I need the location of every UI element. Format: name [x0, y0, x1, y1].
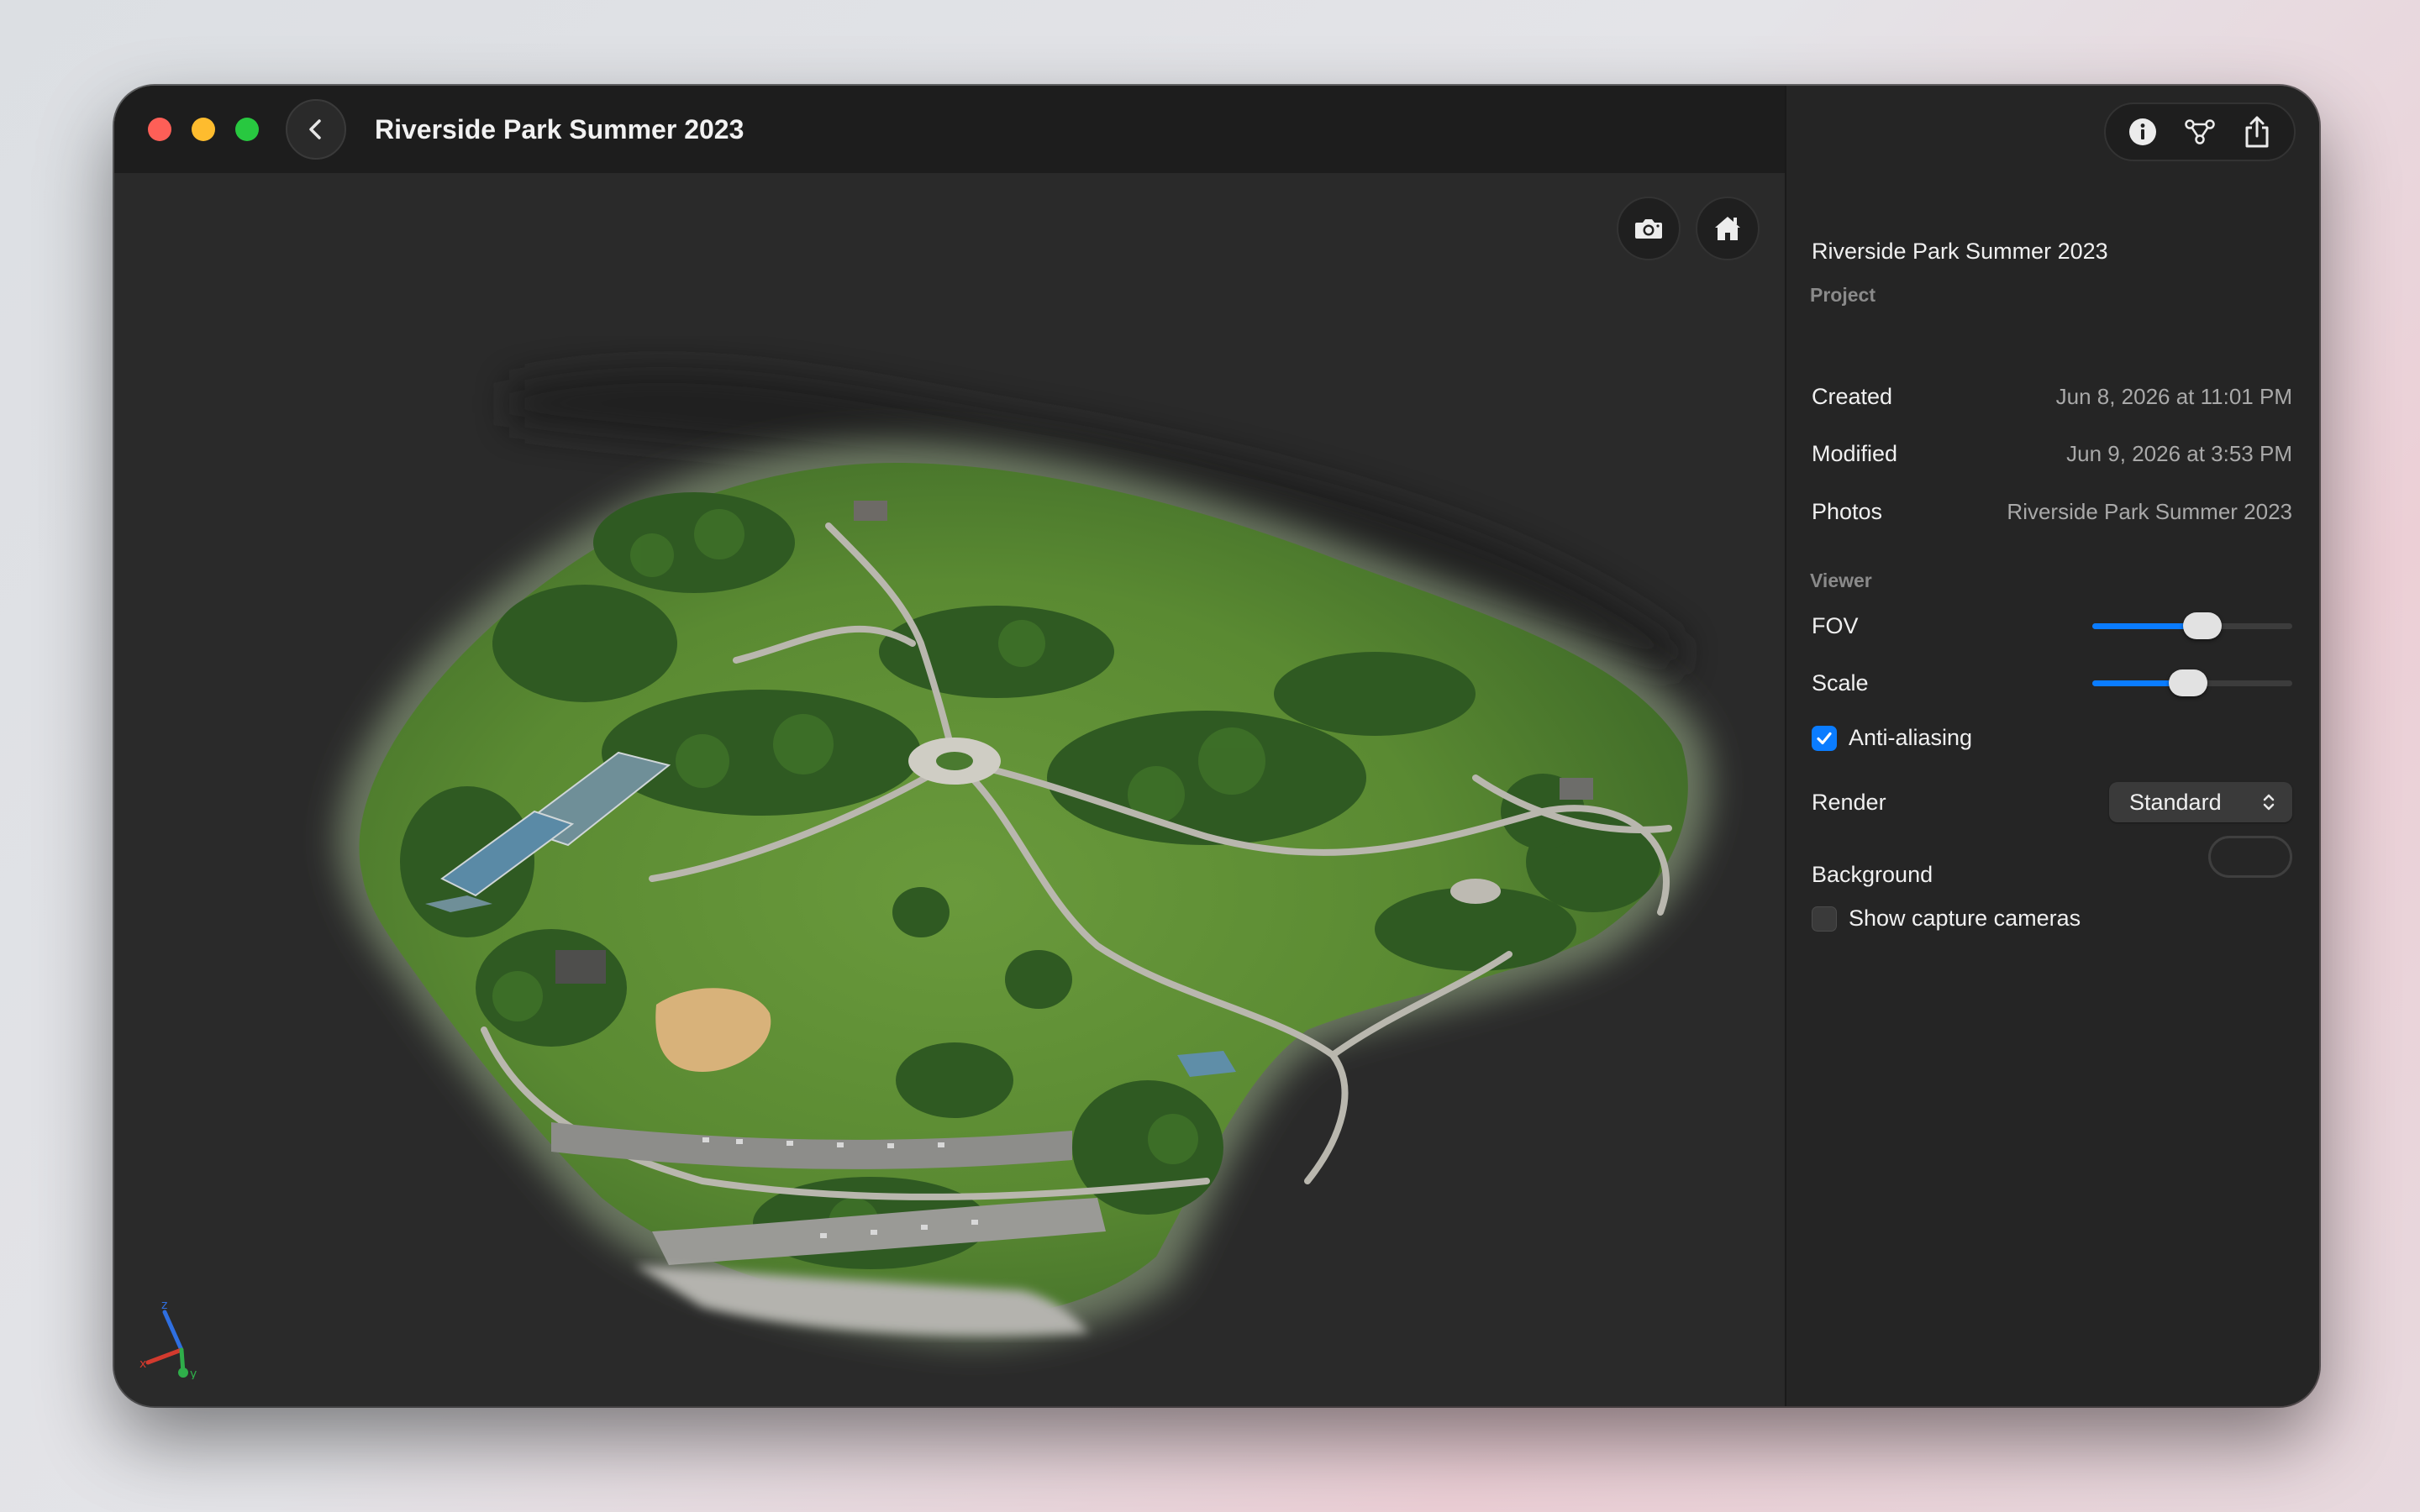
info-button[interactable]: [2119, 108, 2166, 155]
antialiasing-label: Anti-aliasing: [1849, 725, 1973, 750]
share-button[interactable]: [2233, 108, 2281, 155]
info-icon: [2129, 118, 2156, 145]
viewer-section-label: Viewer: [1810, 570, 1872, 591]
svg-text:y: y: [190, 1368, 197, 1379]
project-section-label: Project: [1810, 284, 1876, 306]
scale-row: Scale: [1812, 666, 2292, 700]
show-cameras-checkbox-box[interactable]: [1812, 906, 1837, 932]
fov-row: FOV: [1812, 609, 2292, 643]
close-button[interactable]: [148, 118, 171, 141]
photos-row: Photos Riverside Park Summer 2023: [1812, 495, 2292, 528]
fov-label: FOV: [1812, 612, 1859, 638]
inspector-sidebar: Project Riverside Park Summer 2023 Creat…: [1785, 86, 2319, 1406]
window-title: Riverside Park Summer 2023: [375, 114, 744, 144]
created-label: Created: [1812, 383, 1893, 409]
render-mode-value: Standard: [2129, 789, 2222, 815]
model-viewport[interactable]: [114, 173, 1785, 1406]
background-color-well[interactable]: [2208, 836, 2292, 878]
scale-slider-thumb[interactable]: [2169, 669, 2208, 696]
app-window: Riverside Park Summer 2023 z x y Project…: [114, 86, 2319, 1406]
title-bar: Riverside Park Summer 2023: [114, 86, 1785, 173]
render-mode-select[interactable]: Standard: [2109, 782, 2292, 822]
render-label: Render: [1812, 789, 1886, 815]
zoom-button[interactable]: [235, 118, 259, 141]
axis-gizmo-icon: z x y: [139, 1299, 197, 1379]
inspector-toolbar: [2104, 102, 2296, 161]
node-graph-icon: [2185, 119, 2215, 144]
chevron-left-icon: [309, 119, 321, 139]
share-icon: [2245, 116, 2269, 148]
camera-icon: [1635, 219, 1662, 239]
fov-slider[interactable]: [2092, 609, 2292, 643]
graph-button[interactable]: [2176, 108, 2223, 155]
svg-text:z: z: [161, 1299, 167, 1312]
show-cameras-checkbox[interactable]: Show capture cameras: [1812, 906, 2081, 932]
snapshot-button[interactable]: [1617, 197, 1681, 260]
building: [555, 950, 606, 984]
antialiasing-checkbox[interactable]: Anti-aliasing: [1812, 725, 1972, 751]
photos-value[interactable]: Riverside Park Summer 2023: [2007, 499, 2292, 525]
created-value: Jun 8, 2026 at 11:01 PM: [2055, 383, 2292, 409]
minimize-button[interactable]: [192, 118, 215, 141]
project-name: Riverside Park Summer 2023: [1812, 239, 2108, 264]
scale-slider[interactable]: [2092, 666, 2292, 700]
modified-row: Modified Jun 9, 2026 at 3:53 PM: [1812, 437, 2292, 470]
show-cameras-label: Show capture cameras: [1849, 906, 2081, 931]
svg-text:x: x: [139, 1357, 146, 1371]
gazebo: [1450, 879, 1501, 904]
chevron-up-down-icon: [2263, 794, 2275, 811]
home-view-button[interactable]: [1696, 197, 1760, 260]
viewer-pane[interactable]: Riverside Park Summer 2023 z x y: [114, 86, 1785, 1406]
background-row: Background: [1812, 836, 2292, 895]
modified-value: Jun 9, 2026 at 3:53 PM: [2066, 440, 2292, 466]
photos-label: Photos: [1812, 498, 1883, 524]
modified-label: Modified: [1812, 440, 1898, 466]
back-button[interactable]: [286, 99, 346, 160]
window-controls: [148, 118, 259, 141]
building: [854, 501, 887, 521]
fov-slider-thumb[interactable]: [2182, 612, 2222, 639]
home-icon: [1715, 217, 1740, 240]
render-row: Render Standard: [1812, 780, 2292, 824]
building: [1560, 778, 1593, 800]
antialiasing-checkbox-box[interactable]: [1812, 725, 1837, 751]
background-label: Background: [1812, 861, 1933, 887]
scale-label: Scale: [1812, 669, 1869, 696]
created-row: Created Jun 8, 2026 at 11:01 PM: [1812, 380, 2292, 413]
checkmark-icon: [1817, 732, 1832, 744]
